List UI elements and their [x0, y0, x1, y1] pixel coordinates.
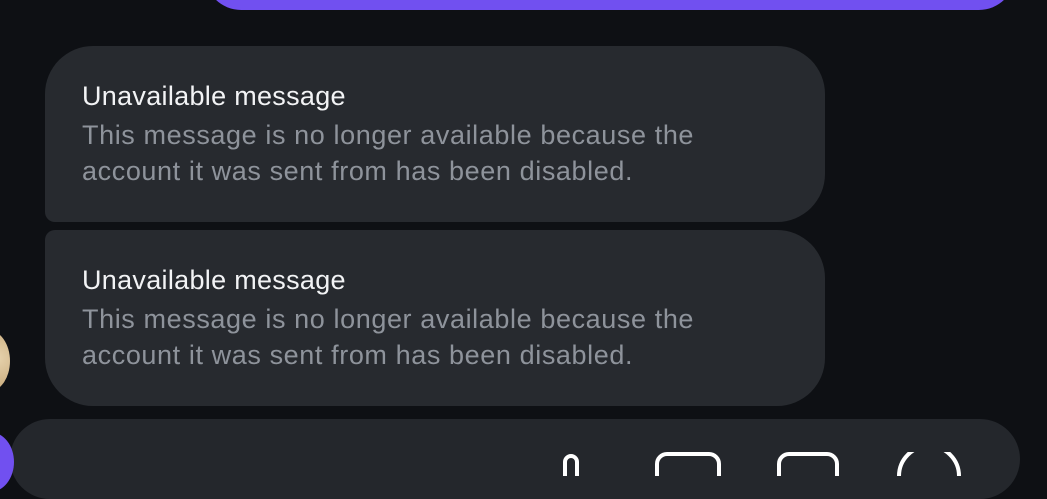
sticker-icon[interactable] — [777, 452, 839, 476]
camera-button[interactable] — [0, 432, 14, 492]
received-message-bubble[interactable]: Unavailable message This message is no l… — [45, 46, 825, 222]
sent-message-bubble[interactable] — [205, 0, 1015, 10]
microphone-icon[interactable] — [557, 452, 585, 476]
message-title: Unavailable message — [82, 81, 346, 111]
avatar[interactable] — [0, 330, 10, 392]
gallery-icon[interactable] — [655, 452, 721, 476]
add-icon[interactable] — [897, 444, 961, 477]
message-title: Unavailable message — [82, 265, 346, 295]
received-message-bubble[interactable]: Unavailable message This message is no l… — [45, 230, 825, 406]
message-composer[interactable] — [10, 419, 1020, 499]
message-body: This message is no longer available beca… — [82, 120, 695, 186]
message-body: This message is no longer available beca… — [82, 304, 695, 370]
